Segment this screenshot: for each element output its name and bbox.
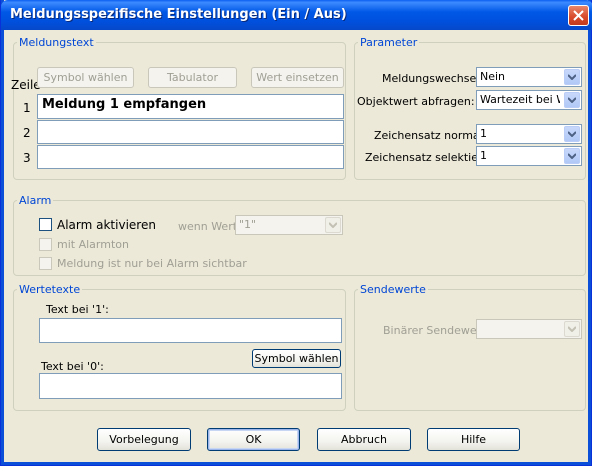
meldungswechsel-select[interactable]: Nein <box>476 67 582 87</box>
mit-alarmton-checkbox[interactable] <box>39 238 52 251</box>
chevron-down-icon[interactable] <box>325 217 341 233</box>
tabulator-button[interactable]: Tabulator <box>148 67 237 88</box>
close-button[interactable] <box>568 5 589 26</box>
wert-einsetzen-button[interactable]: Wert einsetzen <box>251 67 344 88</box>
nur-bei-alarm-checkbox[interactable] <box>39 257 52 270</box>
text-bei-0-input[interactable] <box>39 373 342 399</box>
zeichensatz-normal-select[interactable]: 1 <box>476 124 582 144</box>
meldungstext-row-1-input[interactable]: Meldung 1 empfangen <box>37 94 344 119</box>
row-number-2: 2 <box>23 126 31 140</box>
sendewerte-legend: Sendewerte <box>360 283 426 296</box>
alarm-aktivieren-label: Alarm aktivieren <box>57 218 156 232</box>
text-bei-0-label: Text bei '0': <box>41 360 104 373</box>
objektwert-select[interactable]: Wartezeit bei Wi <box>476 90 582 110</box>
mit-alarmton-label: mit Alarmton <box>57 238 129 251</box>
dialog-window: Meldungsspezifische Einstellungen (Ein /… <box>0 0 592 466</box>
meldungswechsel-label: Meldungswechsel: <box>382 72 483 85</box>
binaerer-sendewert-label: Binärer Sendewert: <box>383 324 490 337</box>
sendewerte-group: Sendewerte <box>354 283 586 411</box>
chevron-down-icon[interactable] <box>564 69 580 85</box>
parameter-legend: Parameter <box>360 36 418 49</box>
window-title: Meldungsspezifische Einstellungen (Ein /… <box>10 7 347 22</box>
ok-button[interactable]: OK <box>207 428 300 451</box>
objektwert-value: Wartezeit bei Wi <box>480 93 560 106</box>
abbruch-button[interactable]: Abbruch <box>317 428 411 451</box>
vorbelegung-button[interactable]: Vorbelegung <box>97 428 191 451</box>
binaerer-sendewert-select[interactable] <box>476 319 582 339</box>
symbol-waehlen-button[interactable]: Symbol wählen <box>37 67 134 88</box>
zeichensatz-normal-label: Zeichensatz normal: <box>374 129 487 142</box>
nur-bei-alarm-label: Meldung ist nur bei Alarm sichtbar <box>57 257 247 270</box>
text-bei-1-input[interactable] <box>39 318 342 343</box>
chevron-down-icon[interactable] <box>564 148 580 164</box>
meldungstext-row-3-input[interactable] <box>37 145 344 169</box>
chevron-down-icon[interactable] <box>564 126 580 142</box>
row-number-3: 3 <box>23 151 31 165</box>
alarm-aktivieren-checkbox[interactable] <box>39 218 52 231</box>
meldungstext-row-2-input[interactable] <box>37 120 344 144</box>
text-bei-1-label: Text bei '1': <box>46 303 109 316</box>
objektwert-label: Objektwert abfragen: <box>357 95 475 108</box>
wenn-wert-value: "1" <box>239 218 257 231</box>
chevron-down-icon[interactable] <box>564 321 580 337</box>
row-number-1: 1 <box>23 101 31 115</box>
zeichensatz-selektiert-label: Zeichensatz selektiert: <box>365 151 491 164</box>
zeichensatz-selektiert-select[interactable]: 1 <box>476 146 582 166</box>
zeichensatz-normal-value: 1 <box>480 127 487 140</box>
meldungstext-legend: Meldungstext <box>19 36 94 49</box>
close-icon <box>573 10 584 21</box>
wenn-wert-select[interactable]: "1" <box>235 215 343 235</box>
wenn-wert-label: wenn Wert: <box>178 220 241 233</box>
hilfe-button[interactable]: Hilfe <box>427 428 520 451</box>
title-bar[interactable]: Meldungsspezifische Einstellungen (Ein /… <box>1 0 592 30</box>
wertetexte-symbol-waehlen-button[interactable]: Symbol wählen <box>252 349 341 368</box>
zeichensatz-selektiert-value: 1 <box>480 149 487 162</box>
wertetexte-legend: Wertetexte <box>19 283 81 296</box>
meldungswechsel-value: Nein <box>480 70 506 83</box>
alarm-legend: Alarm <box>19 194 52 207</box>
chevron-down-icon[interactable] <box>564 92 580 108</box>
